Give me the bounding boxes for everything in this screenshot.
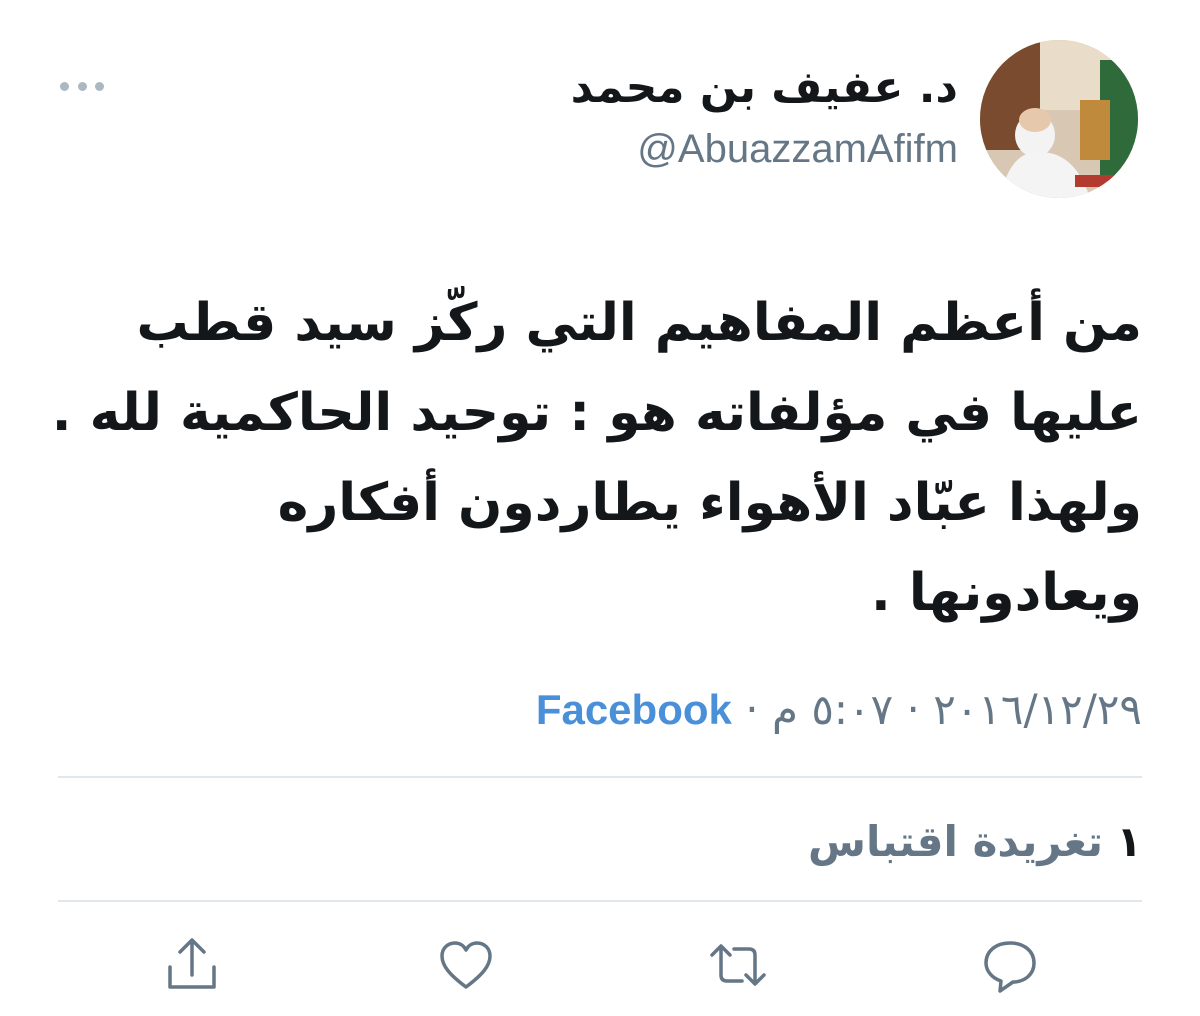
dot xyxy=(95,81,104,91)
more-options-icon[interactable] xyxy=(60,76,104,96)
tweet-date[interactable]: ٢٠١٦/١٢/٢٩ xyxy=(933,685,1142,734)
divider xyxy=(58,900,1142,902)
heart-icon xyxy=(440,941,492,989)
meta-separator: · xyxy=(745,685,759,734)
tweet-meta: ٢٠١٦/١٢/٢٩ · ٥:٠٧ م · Facebook xyxy=(536,680,1142,740)
share-button[interactable] xyxy=(162,935,222,995)
meta-separator: · xyxy=(906,685,920,734)
tweet-detail: د. عفيف بن محمد @AbuazzamAfifm من أعظم ا… xyxy=(0,0,1200,1016)
tweet-line: ولهذا عبّاد الأهواء يطاردون أفكاره xyxy=(277,473,1142,533)
tweet-line: عليها في مؤلفاته هو : توحيد الحاكمية لله… xyxy=(51,383,1142,443)
tweet-line: من أعظم المفاهيم التي ركّز سيد قطب xyxy=(136,293,1142,353)
quote-count: ١ xyxy=(1116,817,1142,866)
quote-tweets-count[interactable]: ١ تغريدة اقتباس xyxy=(808,812,1142,872)
avatar-image xyxy=(980,40,1138,198)
divider xyxy=(58,776,1142,778)
quote-label: تغريدة اقتباس xyxy=(808,817,1103,866)
tweet-time[interactable]: ٥:٠٧ م xyxy=(772,685,893,734)
reply-icon xyxy=(984,941,1036,993)
dot xyxy=(77,81,87,91)
share-icon xyxy=(168,938,216,989)
retweet-icon xyxy=(710,944,766,986)
reply-button[interactable] xyxy=(980,935,1040,995)
dot xyxy=(60,81,69,91)
display-name[interactable]: د. عفيف بن محمد xyxy=(571,60,958,116)
tweet-source-link[interactable]: Facebook xyxy=(536,686,732,733)
tweet-line: ويعادونها . xyxy=(871,563,1142,623)
retweet-button[interactable] xyxy=(708,935,768,995)
avatar[interactable] xyxy=(980,40,1138,198)
user-handle[interactable]: @AbuazzamAfifm xyxy=(637,124,958,174)
like-button[interactable] xyxy=(436,935,496,995)
tweet-text: من أعظم المفاهيم التي ركّز سيد قطب عليها… xyxy=(52,278,1142,638)
tweet-actions xyxy=(0,935,1200,995)
